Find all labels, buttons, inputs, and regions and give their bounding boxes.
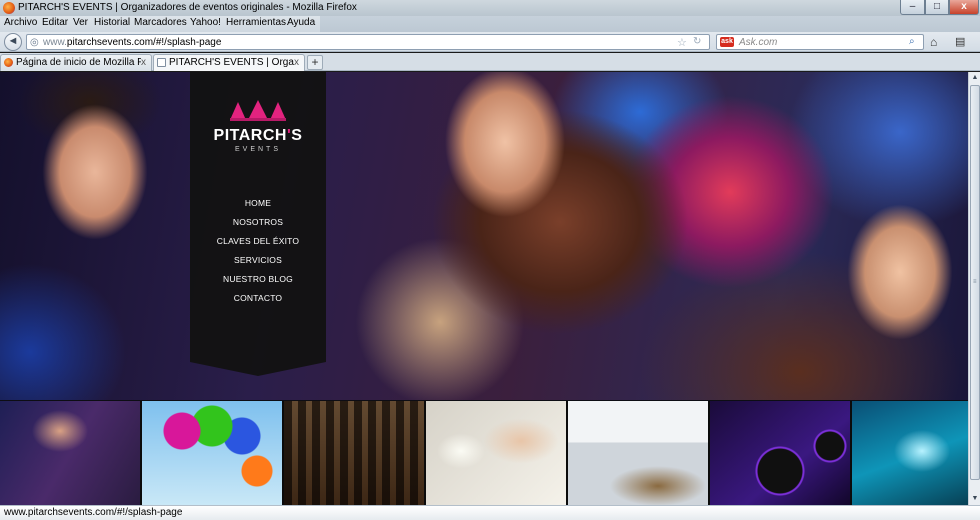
logo-crown-icon	[230, 100, 286, 121]
menu-editar[interactable]: Editar	[42, 17, 68, 28]
hero-party-photo	[0, 72, 968, 400]
tab-pitarchs-events[interactable]: PITARCH'S EVENTS | Organiz... x	[153, 54, 305, 71]
site-logo[interactable]: PITARCH'S	[190, 127, 326, 145]
menu-ver[interactable]: Ver	[73, 17, 88, 28]
thumbnail-balloons-clown[interactable]	[142, 401, 282, 505]
thumbnail-concert-lights[interactable]	[852, 401, 968, 505]
status-bar: www.pitarchsevents.com/#!/splash-page	[0, 505, 980, 520]
nav-link-nosotros[interactable]: NOSOTROS	[190, 217, 326, 236]
menu-marcadores[interactable]: Marcadores	[134, 17, 187, 28]
site-navigation: HOME NOSOTROS CLAVES DEL ÉXITO SERVICIOS…	[190, 198, 326, 312]
vertical-scrollbar[interactable]: ▲ ≡ ▼	[968, 72, 980, 505]
scroll-down-arrow-icon[interactable]: ▼	[969, 493, 980, 505]
search-placeholder: Ask.com	[739, 37, 778, 48]
scrollbar-grip-icon: ≡	[973, 279, 977, 285]
minimize-button[interactable]: –	[900, 0, 925, 15]
firefox-tab-icon	[4, 58, 13, 67]
menu-ayuda[interactable]: Ayuda	[287, 17, 315, 28]
bookmarks-icon[interactable]: ▤	[955, 35, 965, 48]
tab-strip: Página de inicio de Mozilla Fi... x PITA…	[0, 53, 980, 71]
site-sidebar: PITARCH'S EVENTS HOME NOSOTROS CLAVES DE…	[190, 72, 326, 362]
tab-label: Página de inicio de Mozilla Fi...	[16, 57, 141, 68]
nav-link-nuestro-blog[interactable]: NUESTRO BLOG	[190, 274, 326, 293]
home-icon[interactable]: ⌂	[930, 35, 937, 49]
thumbnail-wedding-hands[interactable]	[426, 401, 566, 505]
thumbnail-party-crowd[interactable]	[0, 401, 140, 505]
window-titlebar: PITARCH'S EVENTS | Organizadores de even…	[0, 0, 980, 16]
menu-bar: Archivo Editar Ver Historial Marcadores …	[0, 16, 320, 32]
search-input[interactable]: ask Ask.com ⌕	[716, 34, 924, 50]
nav-link-home[interactable]: HOME	[190, 198, 326, 217]
nav-link-contacto[interactable]: CONTACTO	[190, 293, 326, 312]
search-icon[interactable]: ⌕	[909, 36, 915, 47]
scroll-up-arrow-icon[interactable]: ▲	[969, 72, 980, 84]
ask-engine-icon[interactable]: ask	[720, 37, 734, 47]
site-logo-subtitle: EVENTS	[234, 146, 281, 153]
close-window-button[interactable]: x	[949, 0, 979, 15]
thumbnail-dj-turntables[interactable]	[710, 401, 850, 505]
thumbnail-catering-buffet[interactable]	[568, 401, 708, 505]
maximize-button[interactable]: □	[925, 0, 949, 15]
back-arrow-icon[interactable]: ◄	[4, 33, 22, 51]
scrollbar-thumb[interactable]: ≡	[970, 85, 980, 480]
reload-icon[interactable]: ↻	[693, 36, 701, 47]
thumbnail-fashion-runway[interactable]	[284, 401, 424, 505]
navigation-toolbar: ◄ ◎ www.pitarchsevents.com/#!/splash-pag…	[0, 32, 980, 52]
status-text: www.pitarchsevents.com/#!/splash-page	[4, 507, 183, 518]
globe-icon: ◎	[30, 37, 39, 48]
firefox-logo-icon	[3, 2, 15, 14]
menu-herramientas[interactable]: Herramientas	[226, 17, 286, 28]
tab-label: PITARCH'S EVENTS | Organiz...	[169, 57, 294, 68]
new-tab-button[interactable]: +	[307, 55, 323, 70]
page-tab-icon	[157, 58, 166, 67]
close-tab-icon[interactable]: x	[141, 57, 146, 68]
menu-archivo[interactable]: Archivo	[4, 17, 37, 28]
address-url: www.pitarchsevents.com/#!/splash-page	[43, 37, 222, 48]
toolbar-area	[320, 16, 980, 32]
star-icon[interactable]: ☆	[677, 36, 687, 49]
tab-mozilla-home[interactable]: Página de inicio de Mozilla Fi... x	[0, 54, 152, 71]
window-title: PITARCH'S EVENTS | Organizadores de even…	[18, 2, 357, 13]
nav-link-servicios[interactable]: SERVICIOS	[190, 255, 326, 274]
menu-historial[interactable]: Historial	[94, 17, 130, 28]
address-bar[interactable]: ◎ www.pitarchsevents.com/#!/splash-page …	[26, 34, 710, 50]
close-tab-icon[interactable]: x	[294, 57, 299, 68]
nav-link-claves-del-exito[interactable]: CLAVES DEL ÉXITO	[190, 236, 326, 255]
sidebar-pointed-tip	[190, 362, 326, 376]
menu-yahoo[interactable]: Yahoo!	[190, 17, 221, 28]
page-viewport: PITARCH'S EVENTS HOME NOSOTROS CLAVES DE…	[0, 72, 968, 505]
thumbnail-strip	[0, 401, 968, 505]
